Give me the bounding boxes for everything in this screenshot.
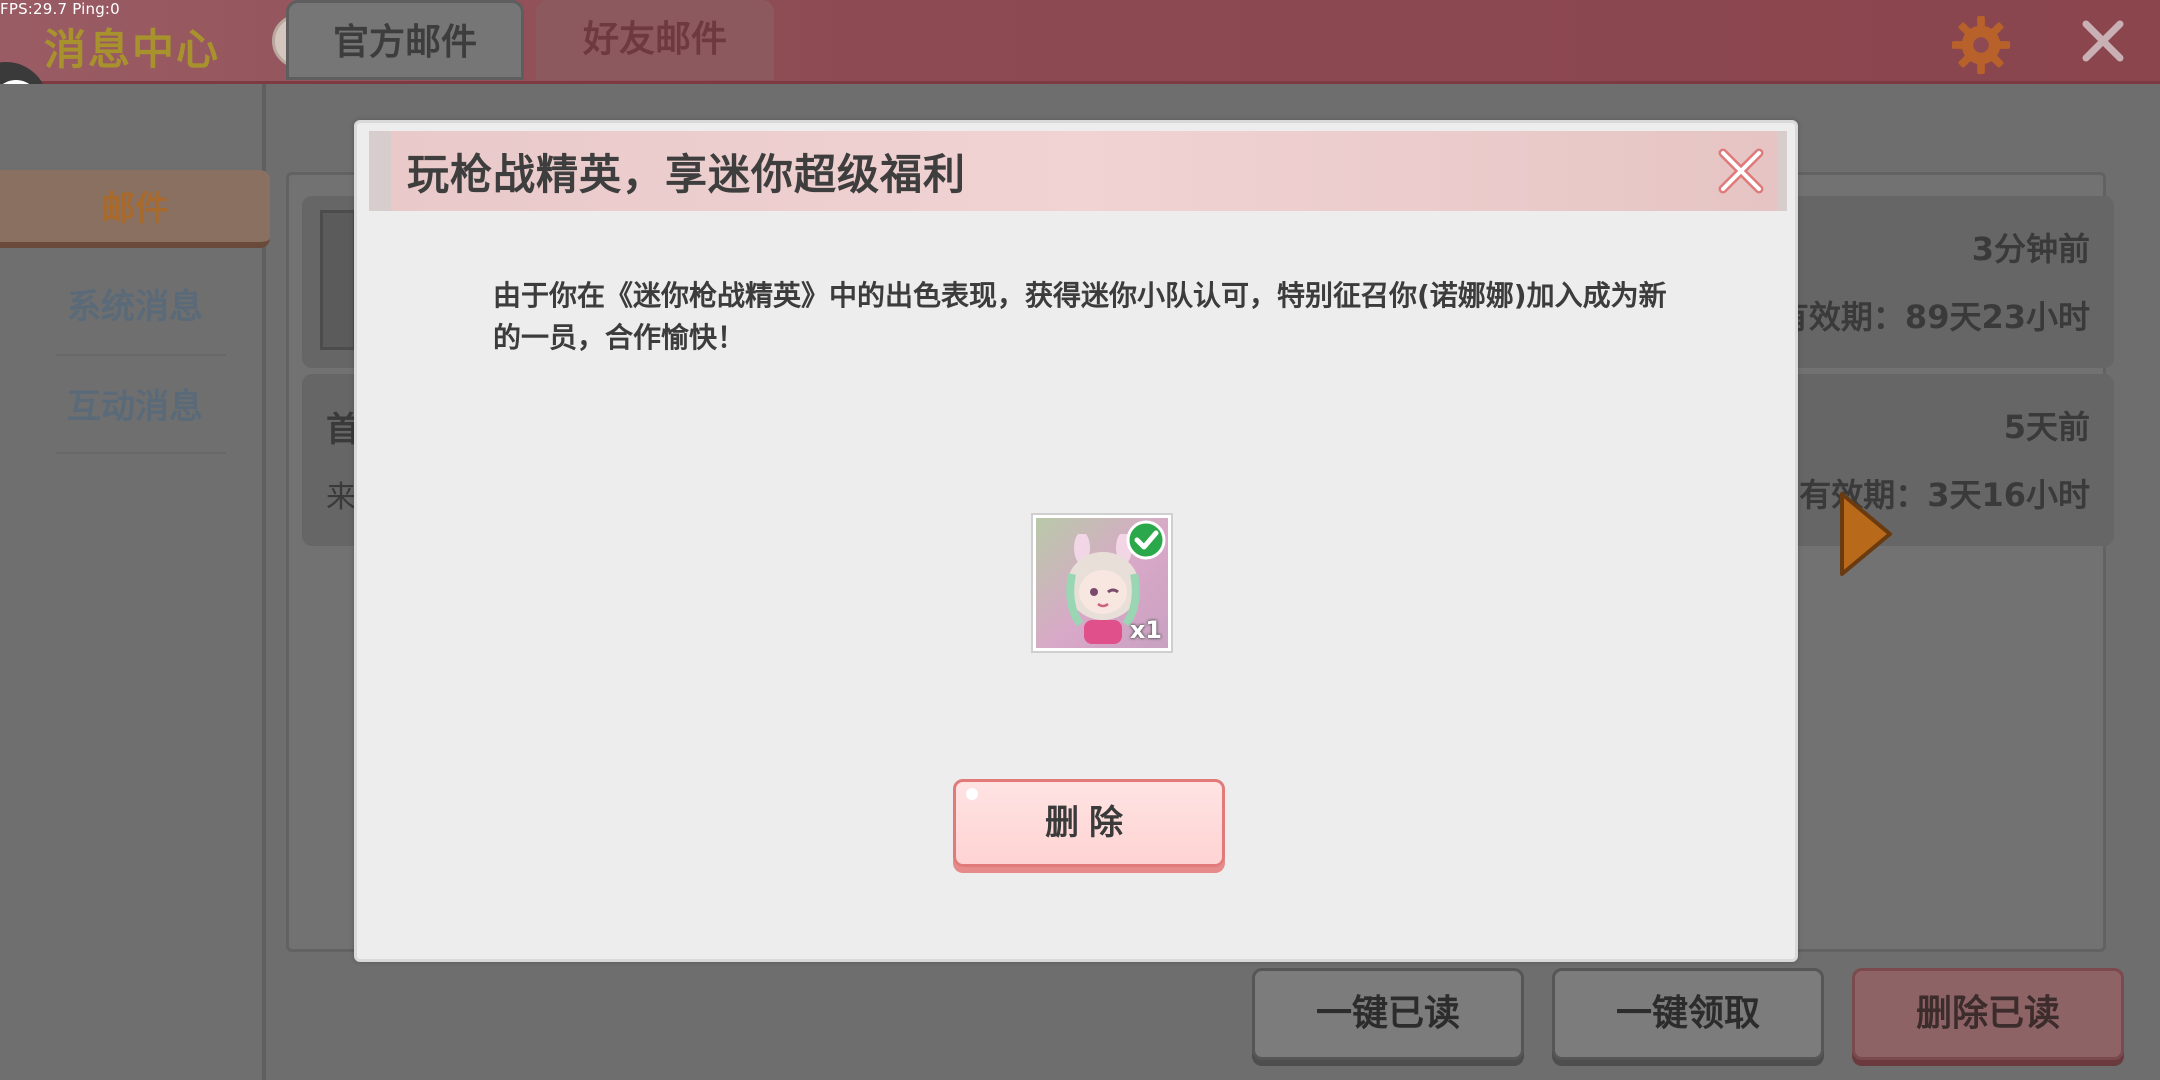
fps-readout: FPS:29.7 Ping:0 xyxy=(0,0,120,18)
check-icon xyxy=(1126,520,1166,560)
tab-friend-mail[interactable]: 好友邮件 xyxy=(536,0,774,80)
claim-all-button[interactable]: 一键领取 xyxy=(1552,968,1824,1060)
reward-item[interactable]: x1 xyxy=(1033,515,1171,651)
sidebar: 邮件 系统消息 互动消息 xyxy=(0,84,270,1080)
sidebar-item-system[interactable]: 系统消息 xyxy=(0,268,270,346)
close-icon[interactable] xyxy=(2080,18,2126,64)
divider xyxy=(56,452,226,454)
tab-official-mail[interactable]: 官方邮件 xyxy=(286,0,524,80)
mail-detail-dialog: 玩枪战精英，享迷你超级福利 由于你在《迷你枪战精英》中的出色表现，获得迷你小队认… xyxy=(354,120,1798,962)
gear-icon[interactable] xyxy=(1950,14,2012,76)
reward-quantity: x1 xyxy=(1129,616,1162,644)
sidebar-item-mail[interactable]: 邮件 xyxy=(0,170,270,248)
sidebar-item-interaction[interactable]: 互动消息 xyxy=(0,368,270,446)
page-title: 消息中心 xyxy=(44,25,221,74)
delete-read-button[interactable]: 删除已读 xyxy=(1852,968,2124,1060)
mail-subtitle: 来 xyxy=(326,480,356,515)
delete-button-label: 删除 xyxy=(1045,803,1133,843)
sparkle-icon xyxy=(966,788,978,800)
arrow-right-icon[interactable] xyxy=(1838,490,1894,578)
mail-expiry: 有效期：89天23小时 xyxy=(1776,298,2090,336)
close-icon[interactable] xyxy=(1713,143,1769,199)
dialog-title: 玩枪战精英，享迷你超级福利 xyxy=(407,150,967,199)
divider xyxy=(56,354,226,356)
dialog-header: 玩枪战精英，享迷你超级福利 xyxy=(369,131,1787,211)
delete-button[interactable]: 删除 xyxy=(953,779,1225,867)
mail-thumbnail xyxy=(320,210,356,350)
mail-time: 5天前 xyxy=(2003,408,2090,446)
read-all-button[interactable]: 一键已读 xyxy=(1252,968,1524,1060)
mail-time: 3分钟前 xyxy=(1971,230,2090,268)
dialog-message: 由于你在《迷你枪战精英》中的出色表现，获得迷你小队认可，特别征召你(诺娜娜)加入… xyxy=(493,279,1667,354)
